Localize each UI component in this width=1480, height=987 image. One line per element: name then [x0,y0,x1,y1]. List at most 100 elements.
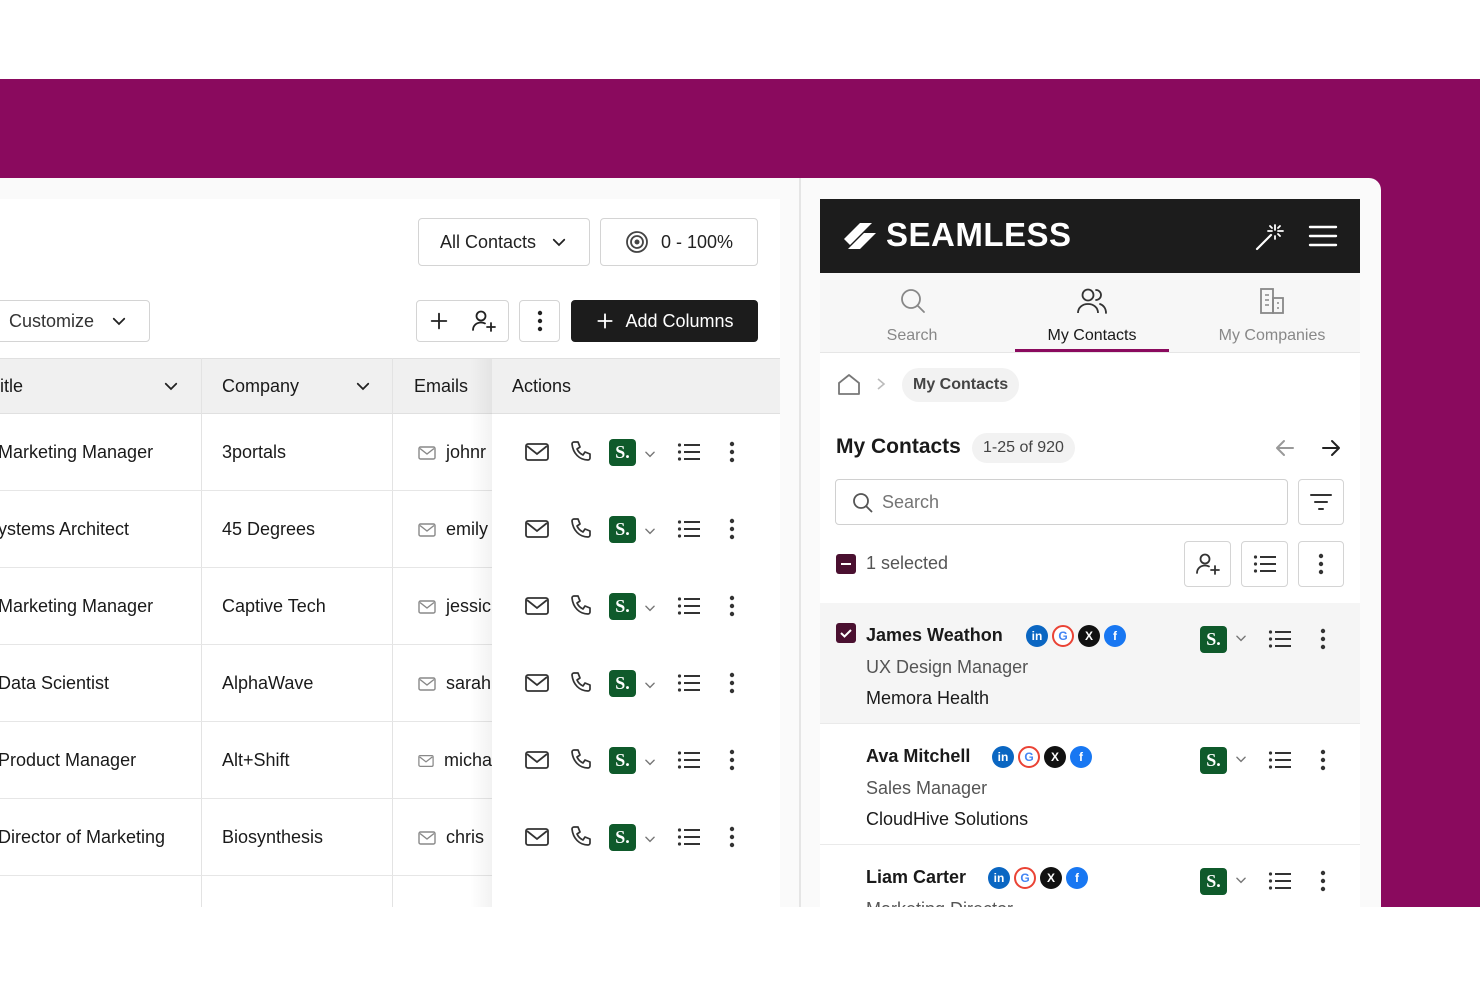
add-to-list-button[interactable] [677,596,701,621]
call-button[interactable] [569,671,593,700]
contact-more-button[interactable] [1320,749,1326,776]
seamless-research-button[interactable]: S. [1200,868,1227,895]
contact-list-item[interactable]: James Weathon in G Xf UX Design Manager Memor… [820,603,1360,724]
score-range-button[interactable]: 0 - 100% [600,218,758,266]
bulk-select-checkbox[interactable] [836,554,856,574]
seamless-dropdown-button[interactable] [1234,631,1248,650]
filter-button[interactable] [1298,479,1344,525]
search-input[interactable] [882,488,1272,516]
add-to-list-button[interactable] [677,442,701,467]
all-contacts-dropdown[interactable]: All Contacts [418,218,590,266]
seamless-dropdown-button[interactable] [643,445,657,466]
search-box[interactable] [835,479,1288,525]
customize-dropdown[interactable]: Customize [0,300,150,342]
plus-icon[interactable] [428,310,450,332]
table-row[interactable]: Marketing Manager Captive Tech jessic S. [0,568,780,645]
add-user-icon[interactable] [471,308,497,334]
more-options-button[interactable] [519,300,560,342]
seamless-research-button[interactable]: S. [609,670,636,697]
contact-list-item[interactable]: Ava Mitchell in G Xf Sales Manager CloudHive … [820,724,1360,845]
magic-wand-icon[interactable] [1253,221,1285,253]
seamless-dropdown-button[interactable] [643,830,657,851]
table-row[interactable]: Director of Marketing Biosynthesis chris S. [0,799,780,876]
facebook-icon[interactable]: f [1104,625,1126,647]
google-icon[interactable]: G [1052,625,1074,647]
hamburger-menu-icon[interactable] [1308,224,1338,248]
send-email-button[interactable] [524,518,550,545]
contact-more-button[interactable] [1320,870,1326,897]
tab-my-contacts[interactable]: My Contacts [1002,273,1182,353]
seamless-research-button[interactable]: S. [609,439,636,466]
seamless-research-button[interactable]: S. [609,747,636,774]
send-email-button[interactable] [524,749,550,776]
seamless-research-button[interactable]: S. [1200,626,1227,653]
contact-more-button[interactable] [1320,628,1326,655]
seamless-dropdown-button[interactable] [643,753,657,774]
add-to-list-button[interactable] [677,519,701,544]
send-email-button[interactable] [524,672,550,699]
home-icon[interactable] [836,371,862,397]
add-to-list-button[interactable] [1268,871,1292,896]
add-to-list-button[interactable] [1241,541,1288,587]
arrow-right-icon[interactable] [1320,437,1342,459]
facebook-icon[interactable]: f [1070,746,1092,768]
tab-my-companies[interactable]: My Companies [1182,273,1360,353]
send-email-button[interactable] [524,826,550,853]
tab-search[interactable]: Search [822,273,1002,353]
contact-name[interactable]: Ava Mitchell [866,746,970,767]
facebook-icon[interactable]: f [1066,867,1088,889]
table-row[interactable]: ystems Architect 45 Degrees emily S. [0,491,780,568]
table-row[interactable]: Marketing Manager 3portals johnr S. [0,414,780,491]
linkedin-icon[interactable]: in [1026,625,1048,647]
row-more-button[interactable] [729,518,735,545]
linkedin-icon[interactable]: in [992,746,1014,768]
seamless-research-button[interactable]: S. [609,824,636,851]
seamless-research-button[interactable]: S. [609,516,636,543]
column-title-header[interactable]: itle [0,359,200,413]
seamless-dropdown-button[interactable] [643,599,657,620]
seamless-dropdown-button[interactable] [1234,873,1248,892]
breadcrumb-current[interactable]: My Contacts [902,368,1020,402]
linkedin-icon[interactable]: in [988,867,1010,889]
add-columns-button[interactable]: Add Columns [571,300,758,342]
table-row[interactable]: Product Manager Alt+Shift micha S. [0,722,780,799]
arrow-left-icon[interactable] [1274,437,1296,459]
seamless-research-button[interactable]: S. [1200,747,1227,774]
call-button[interactable] [569,748,593,777]
bulk-more-button[interactable] [1298,541,1344,587]
row-more-button[interactable] [729,441,735,468]
add-to-list-button[interactable] [1268,629,1292,654]
add-to-list-button[interactable] [677,673,701,698]
add-to-list-button[interactable] [677,827,701,852]
seamless-dropdown-button[interactable] [643,522,657,543]
x-icon[interactable]: X [1078,625,1100,647]
add-to-contacts-button[interactable] [1184,541,1231,587]
column-company-header[interactable]: Company [222,359,392,413]
seamless-dropdown-button[interactable] [643,676,657,697]
call-button[interactable] [569,440,593,469]
call-button[interactable] [569,594,593,623]
contact-name[interactable]: James Weathon [866,625,1003,646]
contact-name[interactable]: Liam Carter [866,867,966,888]
row-more-button[interactable] [729,595,735,622]
call-button[interactable] [569,517,593,546]
call-button[interactable] [569,825,593,854]
contact-list-item[interactable]: Liam Carter inGXf Marketing Director S. [820,845,1360,907]
row-more-button[interactable] [729,672,735,699]
contact-company[interactable]: CloudHive Solutions [866,809,1028,830]
row-more-button[interactable] [729,749,735,776]
add-to-list-button[interactable] [1268,750,1292,775]
seamless-dropdown-button[interactable] [1234,752,1248,771]
seamless-research-button[interactable]: S. [609,593,636,620]
contact-checkbox[interactable] [836,623,856,643]
add-to-list-button[interactable] [677,750,701,775]
send-email-button[interactable] [524,595,550,622]
x-icon[interactable]: X [1044,746,1066,768]
row-more-button[interactable] [729,826,735,853]
google-icon[interactable]: G [1018,746,1040,768]
google-icon[interactable]: G [1014,867,1036,889]
contact-company[interactable]: Memora Health [866,688,989,709]
send-email-button[interactable] [524,441,550,468]
x-icon[interactable]: X [1040,867,1062,889]
table-row[interactable]: Data Scientist AlphaWave sarah S. [0,645,780,722]
